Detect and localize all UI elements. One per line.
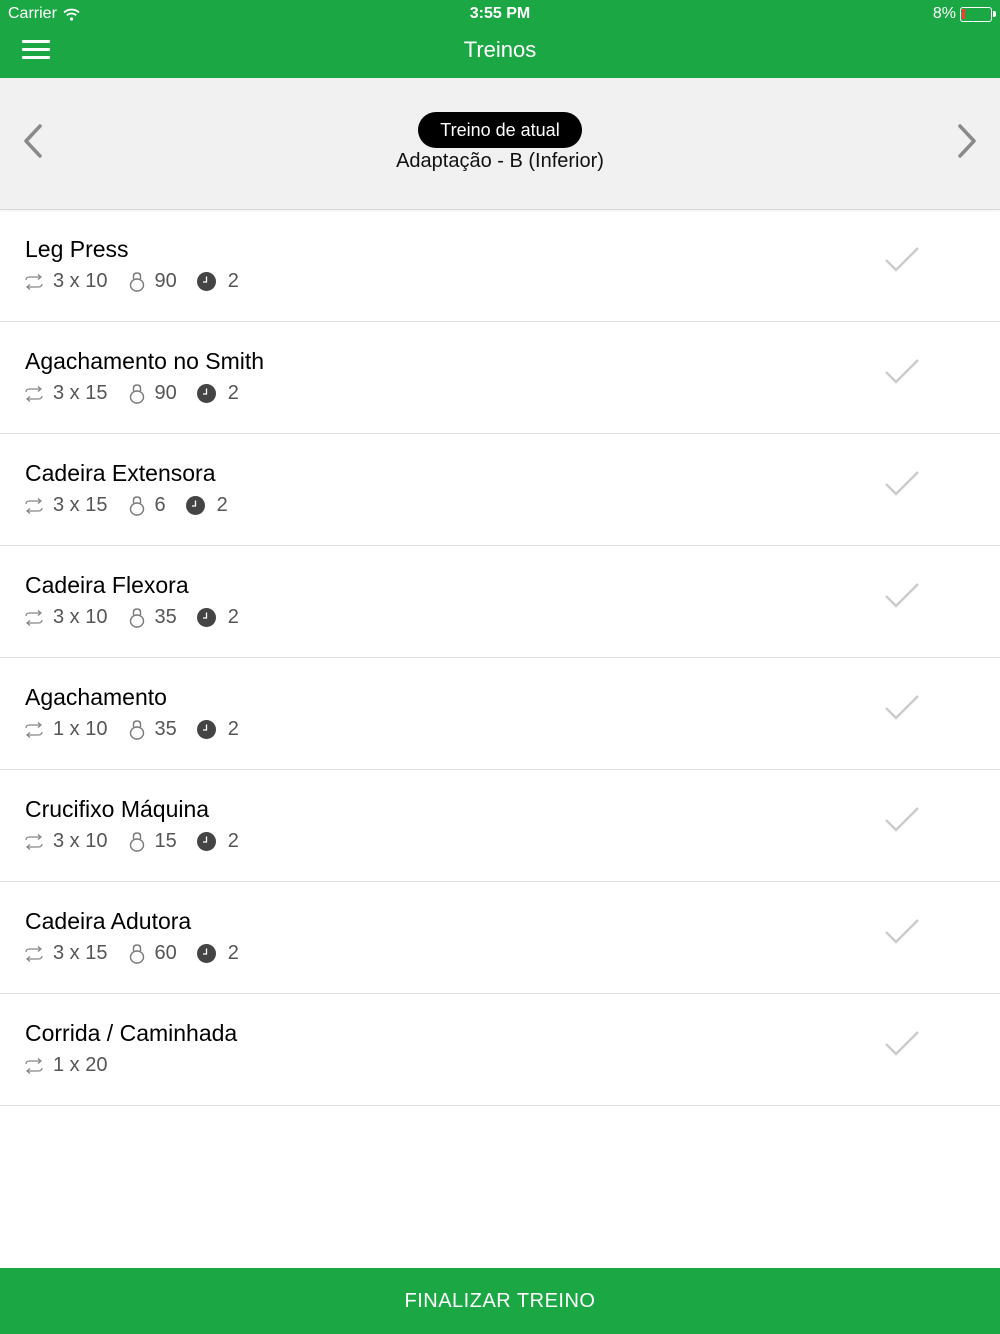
repeat-icon [25, 721, 43, 738]
clock-icon [185, 496, 205, 515]
finish-workout-button[interactable]: FINALIZAR TREINO [0, 1268, 1000, 1334]
list-item[interactable]: Cadeira Extensora 3 x 15 6 2 [0, 434, 1000, 546]
kettlebell-icon [130, 831, 145, 852]
rest-value: 2 [227, 606, 239, 628]
kettlebell-icon [130, 383, 145, 404]
sets-reps: 3 x 10 [53, 270, 108, 292]
exercise-name: Cadeira Extensora [25, 460, 216, 486]
exercise-name: Cadeira Adutora [25, 908, 192, 934]
clock-icon [196, 272, 216, 291]
kettlebell-icon [130, 495, 145, 516]
checkmark-icon[interactable] [884, 468, 920, 498]
app-header: Carrier 3:55 PM 8% Treinos [0, 0, 1000, 78]
kettlebell-icon [130, 719, 145, 740]
repeat-icon [25, 1057, 43, 1074]
weight-value: 15 [154, 830, 177, 852]
rest-value: 2 [227, 830, 239, 852]
checkmark-icon[interactable] [884, 580, 920, 610]
clock-icon [196, 720, 216, 739]
repeat-icon [25, 273, 43, 290]
rest-value: 2 [227, 270, 239, 292]
checkmark-icon[interactable] [884, 692, 920, 722]
list-item[interactable]: Cadeira Adutora 3 x 15 60 2 [0, 882, 1000, 994]
weight-value: 90 [154, 270, 177, 292]
status-time: 3:55 PM [469, 5, 531, 22]
weight-value: 35 [154, 718, 177, 740]
sets-reps: 3 x 15 [53, 382, 108, 404]
sets-reps: 3 x 10 [53, 606, 108, 628]
exercise-list: Leg Press 3 x 10 90 2 Agachamento no Smi… [0, 210, 1000, 1106]
clock-icon [196, 384, 216, 403]
list-item[interactable]: Corrida / Caminhada 1 x 20 [0, 994, 1000, 1106]
exercise-name: Crucifixo Máquina [25, 796, 210, 822]
sets-reps: 3 x 10 [53, 830, 108, 852]
page-title: Treinos [463, 37, 537, 62]
repeat-icon [25, 385, 43, 402]
weight-value: 60 [154, 942, 177, 964]
checkmark-icon[interactable] [884, 1028, 920, 1058]
weight-value: 35 [154, 606, 177, 628]
rest-value: 2 [227, 718, 239, 740]
list-item[interactable]: Crucifixo Máquina 3 x 10 15 2 [0, 770, 1000, 882]
repeat-icon [25, 497, 43, 514]
sets-reps: 3 x 15 [53, 494, 108, 516]
weight-value: 90 [154, 382, 177, 404]
clock-icon [196, 944, 216, 963]
nav-bar: Treinos [0, 28, 1000, 78]
chevron-right-icon[interactable] [946, 118, 986, 164]
repeat-icon [25, 945, 43, 962]
exercise-name: Agachamento [25, 684, 167, 710]
list-item[interactable]: Agachamento 1 x 10 35 2 [0, 658, 1000, 770]
rest-value: 2 [227, 942, 239, 964]
kettlebell-icon [130, 607, 145, 628]
status-bar: Carrier 3:55 PM 8% [0, 0, 1000, 28]
repeat-icon [25, 609, 43, 626]
sets-reps: 1 x 20 [53, 1054, 108, 1076]
list-item[interactable]: Cadeira Flexora 3 x 10 35 2 [0, 546, 1000, 658]
kettlebell-icon [130, 943, 145, 964]
checkmark-icon[interactable] [884, 244, 920, 274]
sets-reps: 3 x 15 [53, 942, 108, 964]
rest-value: 2 [216, 494, 228, 516]
sets-reps: 1 x 10 [53, 718, 108, 740]
rest-value: 2 [227, 382, 239, 404]
workout-selector: Treino de atual Adaptação - B (Inferior) [0, 78, 1000, 210]
clock-icon [196, 608, 216, 627]
current-workout-badge: Treino de atual [418, 112, 582, 148]
workout-name: Adaptação - B (Inferior) [396, 150, 604, 172]
list-item[interactable]: Agachamento no Smith 3 x 15 90 2 [0, 322, 1000, 434]
kettlebell-icon [130, 271, 145, 292]
weight-value: 6 [154, 494, 166, 516]
exercise-name: Corrida / Caminhada [25, 1020, 238, 1046]
exercise-name: Leg Press [25, 236, 129, 262]
battery-icon [960, 6, 996, 22]
clock-icon [196, 832, 216, 851]
checkmark-icon[interactable] [884, 804, 920, 834]
exercise-name: Cadeira Flexora [25, 572, 189, 598]
exercise-name: Agachamento no Smith [25, 348, 265, 374]
checkmark-icon[interactable] [884, 356, 920, 386]
checkmark-icon[interactable] [884, 916, 920, 946]
list-item[interactable]: Leg Press 3 x 10 90 2 [0, 210, 1000, 322]
repeat-icon [25, 833, 43, 850]
battery-percent: 8% [932, 5, 956, 22]
